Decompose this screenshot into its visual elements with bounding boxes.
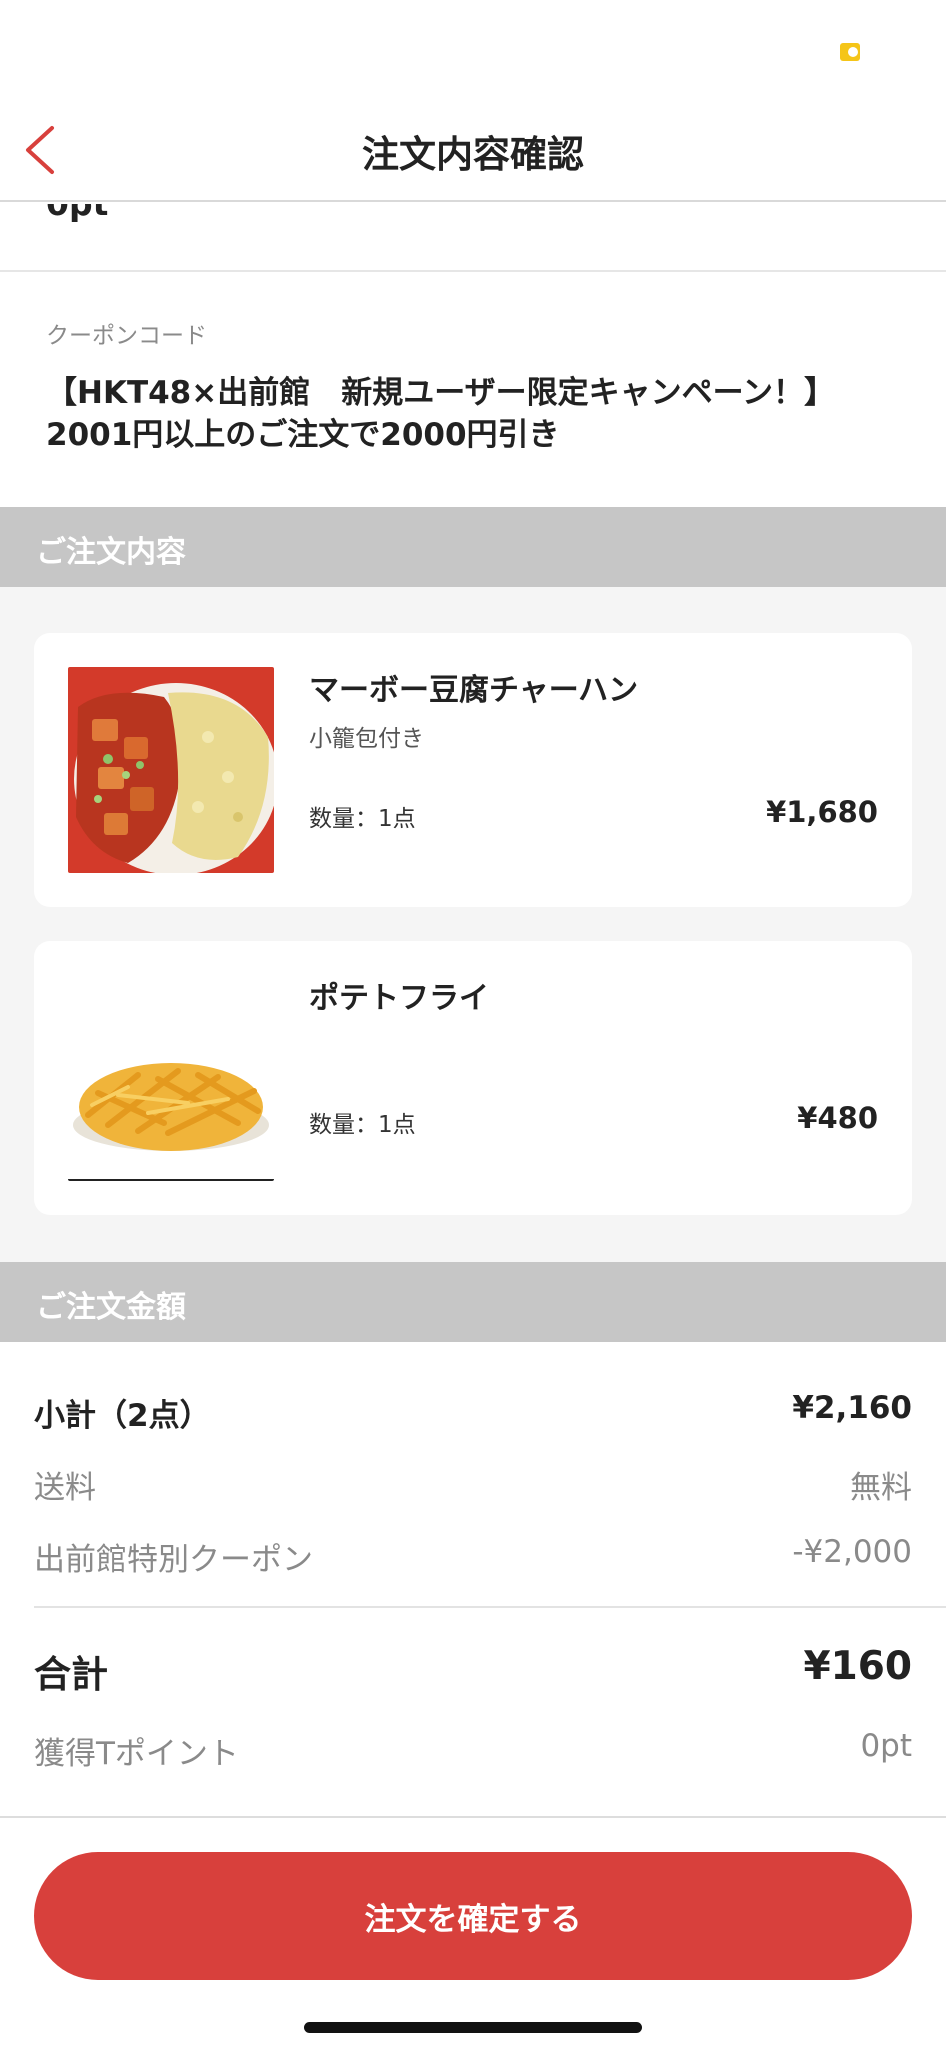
amount-divider [34, 1606, 946, 1608]
order-item-card[interactable]: マーボー豆腐チャーハン 小籠包付き 数量：1点 ¥1,680 [34, 633, 912, 907]
coupon-discount-value: -¥2,000 [792, 1534, 912, 1570]
item-quantity: 数量：1点 [309, 1112, 416, 1138]
coupon-line-1: 【HKT48×出前館 新規ユーザー限定キャンペーン！】 [46, 375, 836, 411]
nav-bar: 注文内容確認 [0, 90, 946, 202]
item-name: ポテトフライ [309, 981, 489, 1016]
points-stub-value: 0pt [46, 204, 108, 223]
french-fries-image [68, 975, 274, 1181]
coupon-discount-label: 出前館特別クーポン [34, 1542, 313, 1578]
earned-points-value: 0pt [860, 1728, 912, 1764]
coupon-description: 【HKT48×出前館 新規ユーザー限定キャンペーン！】 2001円以上のご注文で… [46, 372, 926, 456]
coupon-line-2: 2001円以上のご注文で2000円引き [46, 417, 560, 453]
delivery-fee-value: 無料 [850, 1470, 912, 1506]
mapo-fried-rice-image [68, 667, 274, 873]
earned-points-label: 獲得Tポイント [34, 1736, 239, 1772]
item-option: 小籠包付き [309, 726, 424, 752]
amount-breakdown: 小計（2点） ¥2,160 送料 無料 出前館特別クーポン -¥2,000 合計… [0, 1342, 946, 1816]
item-price: ¥1,680 [766, 795, 878, 829]
total-value: ¥160 [803, 1644, 912, 1689]
order-items-area: マーボー豆腐チャーハン 小籠包付き 数量：1点 ¥1,680 ポテトフライ 数量… [0, 587, 946, 1262]
order-item-card[interactable]: ポテトフライ 数量：1点 ¥480 [34, 941, 912, 1215]
confirm-order-button[interactable]: 注文を確定する [34, 1852, 912, 1980]
order-section-title: ご注文内容 [36, 535, 186, 570]
total-label: 合計 [34, 1653, 108, 1696]
item-name: マーボー豆腐チャーハン [309, 673, 639, 708]
page-title: 注文内容確認 [362, 133, 584, 176]
coupon-section: クーポンコード 【HKT48×出前館 新規ユーザー限定キャンペーン！】 2001… [0, 272, 946, 507]
item-quantity: 数量：1点 [309, 806, 416, 832]
bottom-action-bar: 注文を確定する [0, 1816, 946, 2048]
points-stub: 0pt [0, 204, 946, 272]
item-price: ¥480 [797, 1101, 878, 1135]
status-bar [0, 0, 946, 90]
home-indicator [304, 2022, 642, 2033]
delivery-fee-label: 送料 [34, 1470, 96, 1506]
amount-section-title: ご注文金額 [36, 1290, 186, 1325]
status-indicator-icon [840, 43, 860, 61]
order-section-header: ご注文内容 [0, 507, 946, 587]
coupon-code-label: クーポンコード [46, 323, 207, 349]
amount-section-header: ご注文金額 [0, 1262, 946, 1342]
subtotal-value: ¥2,160 [792, 1390, 912, 1426]
subtotal-label: 小計（2点） [34, 1398, 211, 1434]
